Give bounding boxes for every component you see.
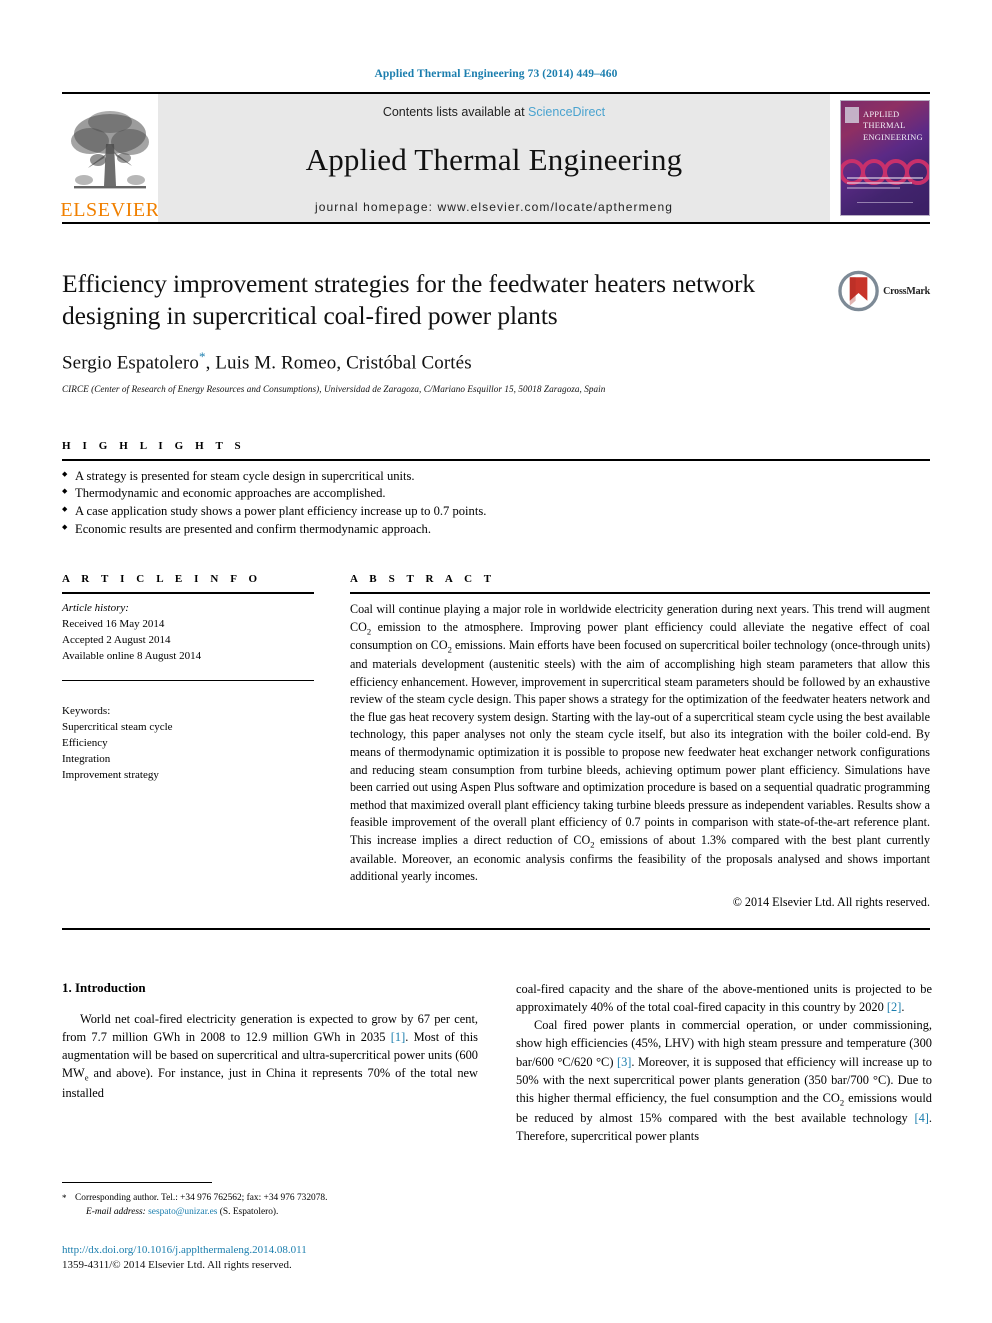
highlights-list: A strategy is presented for steam cycle … [62,461,622,540]
highlights-section: H I G H L I G H T S A strategy is presen… [62,440,930,540]
crossmark-label: CrossMark [883,285,930,297]
journal-homepage-link[interactable]: journal homepage: www.elsevier.com/locat… [315,200,673,214]
footnote-area: * Corresponding author. Tel.: +34 976 762… [62,1182,478,1219]
citation-ref-1[interactable]: [1] [391,1030,405,1044]
highlights-heading: H I G H L I G H T S [62,439,246,452]
citation-ref-2[interactable]: [2] [887,1000,901,1014]
article-info-heading: A R T I C L E I N F O [62,573,262,586]
footnote-star-icon: * [62,1193,67,1203]
abstract-copyright: © 2014 Elsevier Ltd. All rights reserved… [732,894,930,909]
contents-available-line: Contents lists available at ScienceDirec… [383,105,605,119]
para-text-c: and above). For instance, just in China … [62,1066,478,1101]
keywords-label: Keywords: [62,705,111,718]
keyword-item: Efficiency [62,737,108,750]
footnote-rule [62,1182,212,1183]
cover-bottom-bar [857,202,913,212]
body-left-column: 1. Introduction World net coal-fired ele… [62,980,478,1146]
running-head: Applied Thermal Engineering 73 (2014) 44… [374,68,618,80]
abstract-closing-rule [62,927,930,930]
article-history-online: Available online 8 August 2014 [62,650,202,663]
keyword-item: Integration [62,753,111,766]
body-right-column: coal-fired capacity and the share of the… [516,980,932,1146]
doi-link[interactable]: http://dx.doi.org/10.1016/j.applthermale… [62,1243,478,1258]
keywords-rule [62,680,314,682]
issn-copyright-line: 1359-4311/© 2014 Elsevier Ltd. All right… [62,1259,292,1272]
abstract-text: Coal will continue playing a major role … [350,594,930,885]
article-history-accepted: Accepted 2 August 2014 [62,634,171,647]
abstract-part-3: emissions. Main efforts have been focuse… [350,638,930,847]
sciencedirect-link[interactable]: ScienceDirect [528,105,605,119]
paragraph: coal-fired capacity and the share of the… [516,980,932,1016]
email-address-label: E-mail address: [86,1207,146,1218]
body-columns: 1. Introduction World net coal-fired ele… [62,980,932,1146]
article-history-label: Article history: [62,602,129,615]
cover-elsevier-mark-icon [845,107,859,123]
article-history-received: Received 16 May 2014 [62,618,165,631]
list-item: A case application study shows a power p… [62,503,622,521]
journal-title: Applied Thermal Engineering [305,142,683,177]
cover-title-text: APPLIED THERMAL ENGINEERING [863,109,923,143]
article-info-column: A R T I C L E I N F O Article history: R… [62,573,314,909]
para-text-b: . [901,999,905,1014]
elsevier-tree-icon [71,111,149,189]
title-block: Efficiency improvement strategies for th… [62,268,930,394]
info-abstract-section: A R T I C L E I N F O Article history: R… [62,573,930,909]
journal-cover-thumbnail: APPLIED THERMAL ENGINEERING [830,94,930,222]
section-heading-introduction: 1. Introduction [62,979,146,995]
author-list: Sergio Espatolero*, Luis M. Romeo, Crist… [62,349,930,374]
journal-cover-image: APPLIED THERMAL ENGINEERING [840,100,930,216]
cover-title-line3: ENGINEERING [863,131,923,142]
crossmark-badge[interactable]: CrossMark [838,268,930,314]
citation-ref-4[interactable]: [4] [914,1111,928,1125]
para-text-a: coal-fired capacity and the share of the… [516,981,932,1014]
paragraph: Coal fired power plants in commercial op… [516,1016,932,1146]
paragraph: World net coal-fired electricity generat… [62,1010,478,1103]
author-others: , Luis M. Romeo, Cristóbal Cortés [205,352,472,374]
author-corresponding: Sergio Espatolero [62,352,199,374]
keywords-block: Keywords: Supercritical steam cycle Effi… [62,697,314,783]
cover-title-line2: THERMAL [863,120,906,131]
list-item: Economic results are presented and confi… [62,521,622,539]
corresponding-author-marker: * [198,349,206,365]
footnote-corresponding-text: Corresponding author. Tel.: +34 976 7625… [75,1193,328,1203]
doi-block: http://dx.doi.org/10.1016/j.applthermale… [62,1243,478,1274]
masthead-center: Contents lists available at ScienceDirec… [158,94,830,222]
cover-footer-lines [847,177,923,197]
keyword-item: Improvement strategy [62,769,159,782]
crossmark-icon [838,270,879,312]
affiliation: CIRCE (Center of Research of Energy Reso… [62,383,606,394]
abstract-column: A B S T R A C T Coal will continue playi… [350,573,930,909]
citation-ref-3[interactable]: [3] [617,1055,631,1069]
list-item: Thermodynamic and economic approaches ar… [62,485,622,503]
paper-page: Applied Thermal Engineering 73 (2014) 44… [0,0,992,1323]
article-title: Efficiency improvement strategies for th… [62,269,756,331]
abstract-heading: A B S T R A C T [350,573,496,586]
keyword-item: Supercritical steam cycle [62,721,173,734]
footnote-corresponding-author: * Corresponding author. Tel.: +34 976 762… [62,1191,478,1205]
elsevier-wordmark: ELSEVIER [60,199,160,221]
journal-masthead: ELSEVIER Contents lists available at Sci… [60,92,930,224]
email-owner: (S. Espatolero). [219,1207,279,1218]
elsevier-logo: ELSEVIER [60,94,160,222]
article-history-block: Article history: Received 16 May 2014 Ac… [62,594,314,664]
cover-title-line1: APPLIED [863,109,900,119]
email-link[interactable]: sespato@unizar.es [148,1207,217,1217]
contents-prefix: Contents lists available at [382,105,529,119]
footnote-email: E-mail address: sespato@unizar.es (S. Es… [62,1205,478,1219]
list-item: A strategy is presented for steam cycle … [62,468,622,486]
